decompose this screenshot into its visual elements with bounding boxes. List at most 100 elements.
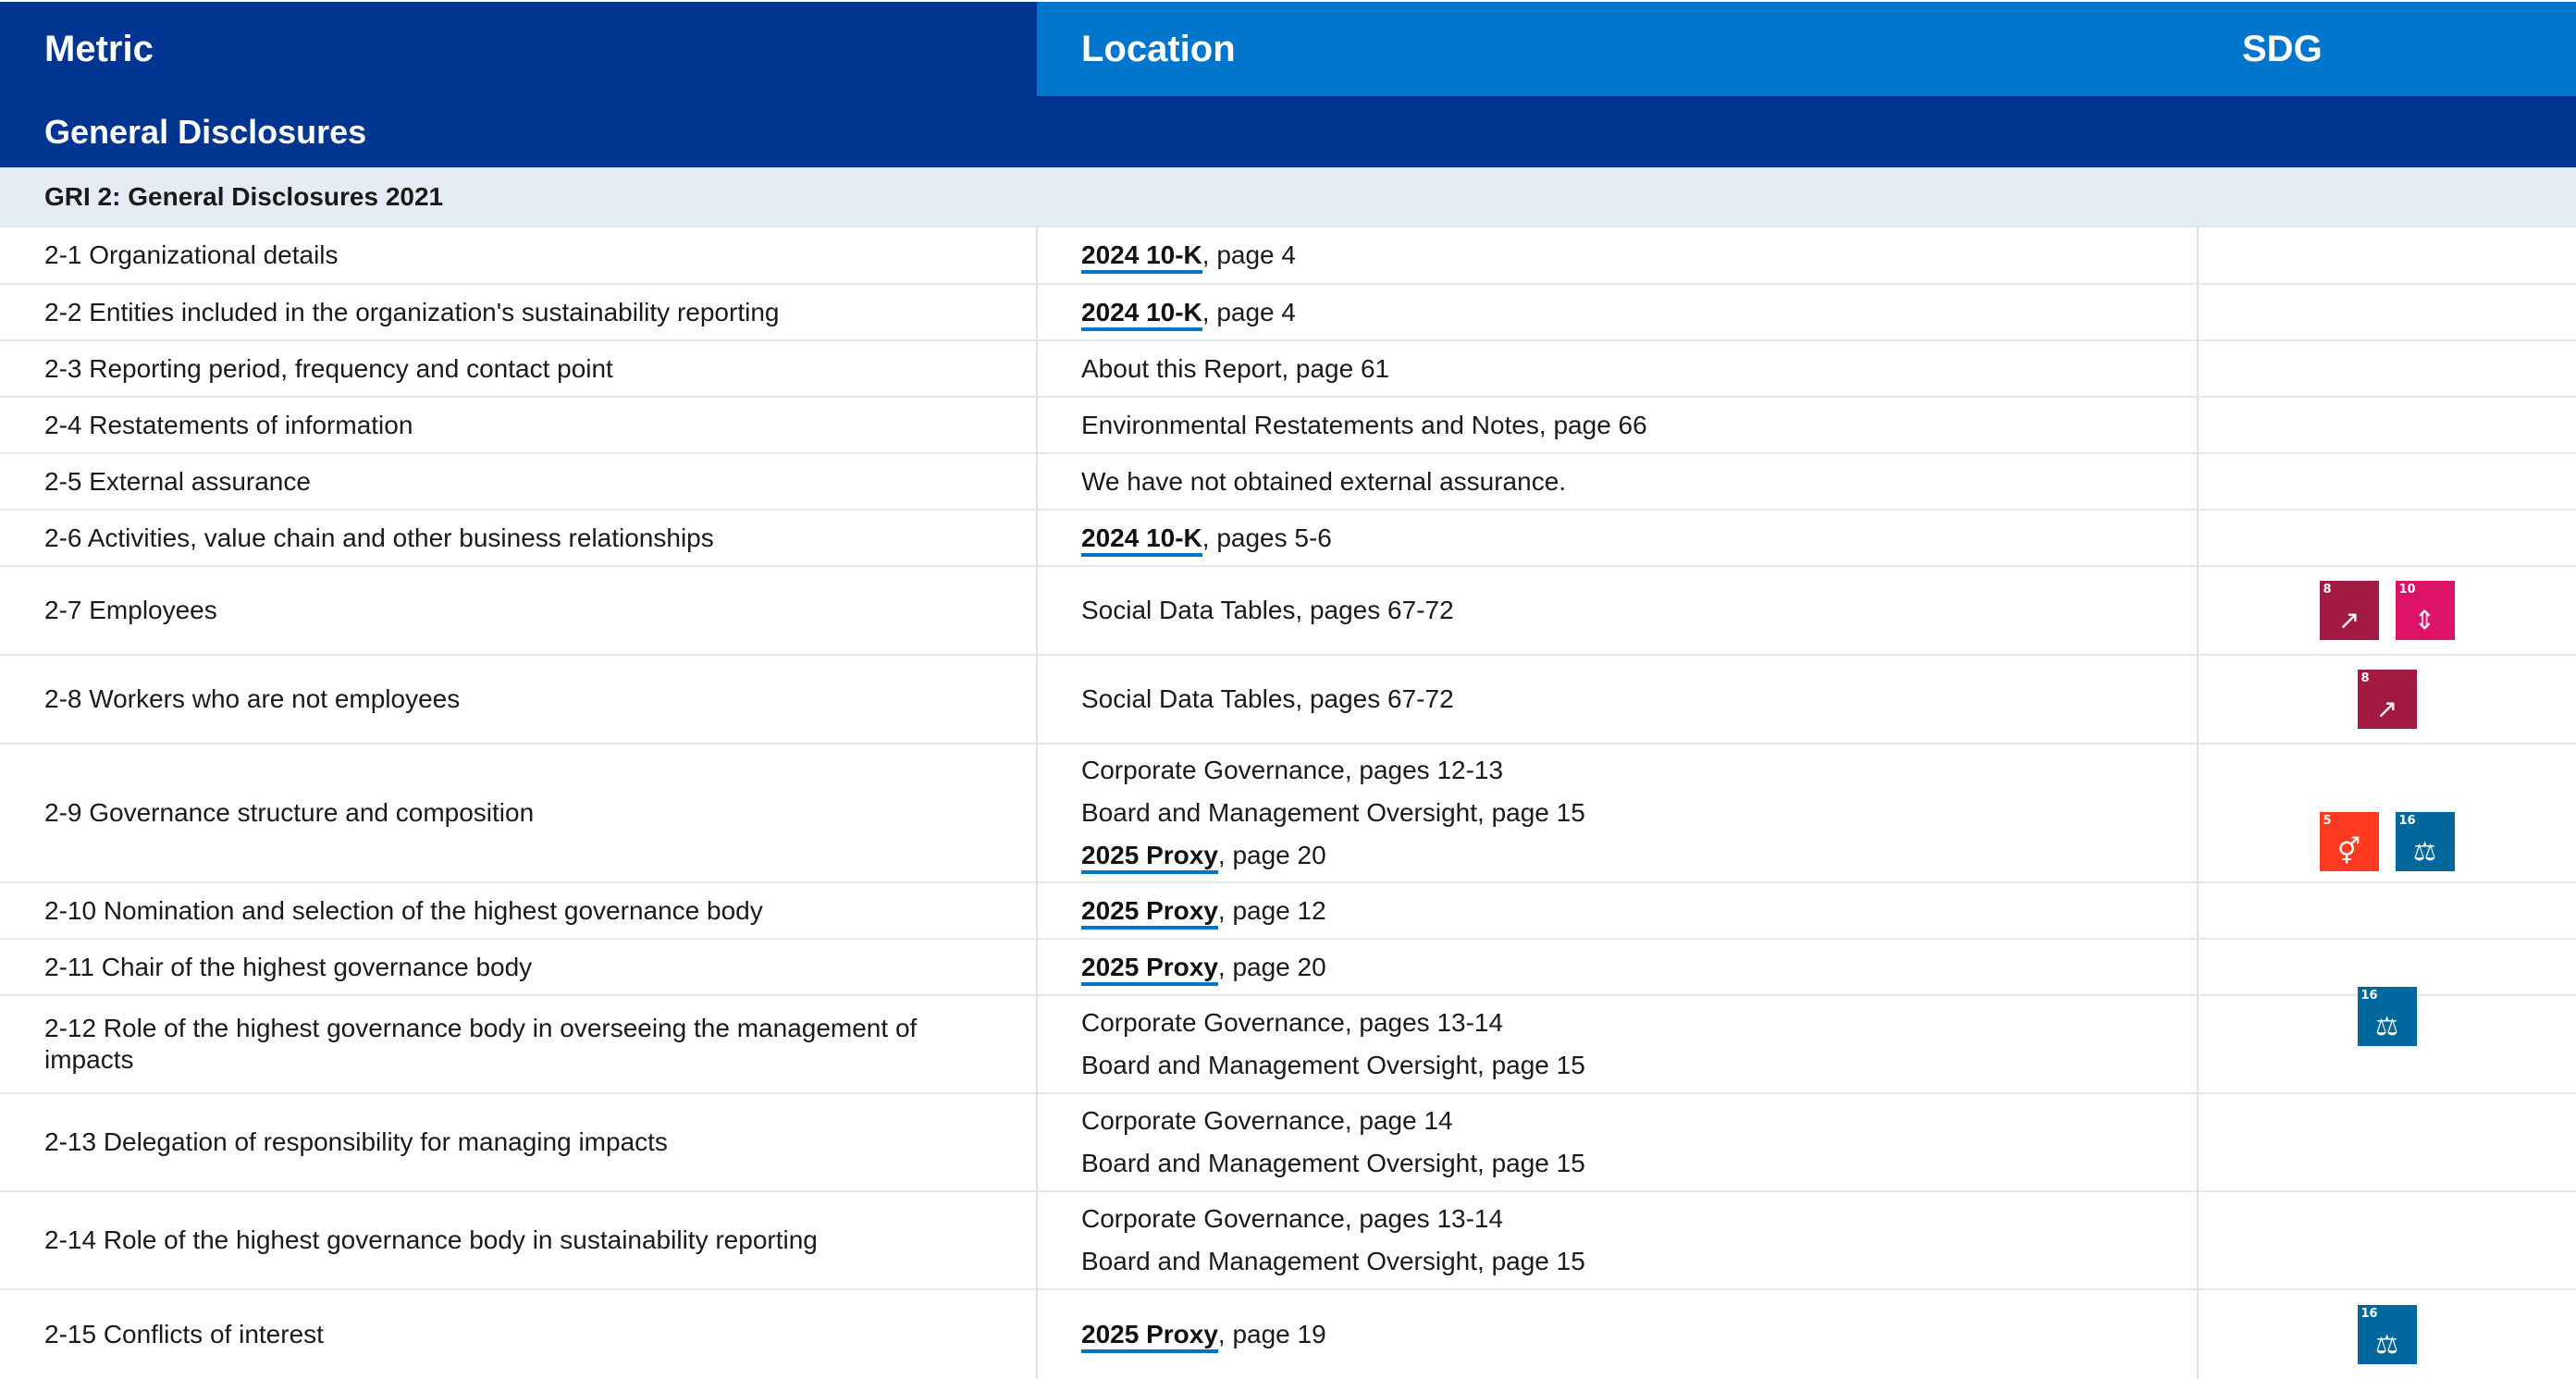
column-header-metric: Metric [0, 2, 1037, 96]
location-cell: 2025 Proxy, page 19 [1081, 1289, 2173, 1379]
sdg-goal-5-gender-equality-icon: 5 ⚥ [2319, 811, 2379, 871]
peace-justice-strong-institutions-icon: ⚖ [2374, 1328, 2399, 1360]
metric-cell: 2-6 Activities, value chain and other bu… [44, 523, 714, 552]
metric-cell: 2-2 Entities included in the organizatio… [44, 297, 780, 326]
location-cell: Social Data Tables, pages 67-72 [1081, 566, 2173, 655]
location-text: , page 20 [1217, 841, 1326, 869]
location-line: Board and Management Oversight, page 15 [1081, 1142, 2173, 1185]
location-line: 2025 Proxy, page 20 [1081, 834, 2173, 877]
subsection-title: GRI 2: General Disclosures 2021 [0, 167, 2576, 227]
metric-cell: 2-14 Role of the highest governance body… [44, 1225, 818, 1254]
location-cell: 2025 Proxy, page 12 [1081, 882, 2173, 939]
report-link[interactable]: 2025 Proxy [1081, 841, 1218, 874]
metric-cell: 2-11 Chair of the highest governance bod… [44, 952, 533, 981]
report-link[interactable]: 2024 10-K [1081, 523, 1202, 557]
metric-cell: 2-9 Governance structure and composition [44, 798, 535, 827]
sdg-goal-number: 5 [2323, 813, 2332, 828]
location-text: We have not obtained external assurance. [1081, 466, 1567, 496]
report-link[interactable]: 2025 Proxy [1081, 1319, 1218, 1353]
sdg-icon-group: 5 ⚥ 16 ⚖ [2198, 744, 2576, 939]
location-cell: 2024 10-K, page 4 [1081, 227, 2173, 284]
sdg-goal-8-decent-work-economic-growth-icon: 8 ↗ [2357, 670, 2417, 729]
location-text: Corporate Governance, page 14 [1081, 1106, 1453, 1135]
sdg-goal-number: 10 [2398, 583, 2416, 597]
peace-justice-strong-institutions-icon: ⚖ [2374, 1010, 2399, 1041]
location-line: 2025 Proxy, page 12 [1081, 890, 2173, 932]
location-text: Environmental Restatements and Notes, pa… [1081, 410, 1647, 439]
location-line: Board and Management Oversight, page 15 [1081, 792, 2173, 834]
metric-cell: 2-7 Employees [44, 596, 217, 624]
location-text: , page 4 [1202, 240, 1296, 269]
sdg-goal-16-peace-justice-strong-institutions-icon: 16 ⚖ [2395, 811, 2455, 871]
column-divider [1036, 227, 1038, 1379]
location-text: Board and Management Oversight, page 15 [1081, 1051, 1585, 1079]
sdg-icon-group: 8 ↗ [2198, 655, 2576, 744]
section-title: General Disclosures [0, 96, 2576, 167]
location-line: We have not obtained external assurance. [1081, 461, 2173, 503]
location-text: Social Data Tables, pages 67-72 [1081, 596, 1454, 624]
gender-equality-icon: ⚥ [2336, 835, 2361, 867]
location-cell: Social Data Tables, pages 67-72 [1081, 655, 2173, 744]
metric-cell: 2-4 Restatements of information [44, 410, 413, 439]
metric-cell: 2-3 Reporting period, frequency and cont… [44, 353, 613, 383]
location-text: Corporate Governance, pages 12-13 [1081, 756, 1504, 784]
metric-cell: 2-13 Delegation of responsibility for ma… [44, 1127, 668, 1156]
location-line: Board and Management Oversight, page 15 [1081, 1044, 2173, 1087]
location-text: Board and Management Oversight, page 15 [1081, 798, 1585, 827]
column-header-sdg: SDG [2198, 2, 2576, 96]
location-line: Corporate Governance, page 14 [1081, 1100, 2173, 1142]
location-cell: Corporate Governance, page 14 Board and M… [1081, 1093, 2173, 1191]
sdg-goal-number: 16 [2360, 988, 2378, 1003]
metric-cell: 2-12 Role of the highest governance body… [44, 1014, 918, 1074]
location-text: Corporate Governance, pages 13-14 [1081, 1204, 1504, 1233]
sdg-goal-10-reduced-inequalities-icon: 10 ⇕ [2395, 581, 2455, 640]
location-cell: Corporate Governance, pages 12-13 Board a… [1081, 744, 2173, 882]
location-cell: About this Report, page 61 [1081, 340, 2173, 397]
location-text: Board and Management Oversight, page 15 [1081, 1149, 1585, 1177]
decent-work-economic-growth-icon: ↗ [2337, 605, 2360, 635]
column-header-location: Location [1037, 2, 2198, 96]
location-text: , page 19 [1217, 1319, 1326, 1348]
location-cell: We have not obtained external assurance. [1081, 453, 2173, 510]
sdg-goal-number: 8 [2323, 583, 2332, 597]
location-line: Social Data Tables, pages 67-72 [1081, 589, 2173, 632]
location-line: 2025 Proxy, page 20 [1081, 946, 2173, 989]
location-line: 2024 10-K, page 4 [1081, 234, 2173, 277]
location-line: Board and Management Oversight, page 15 [1081, 1240, 2173, 1283]
sdg-goal-number: 8 [2360, 671, 2370, 685]
location-text: Corporate Governance, pages 13-14 [1081, 1008, 1504, 1037]
location-line: 2024 10-K, page 4 [1081, 291, 2173, 334]
location-line: Environmental Restatements and Notes, pa… [1081, 404, 2173, 447]
report-link[interactable]: 2024 10-K [1081, 297, 1202, 331]
metric-cell: 2-1 Organizational details [44, 240, 339, 269]
sdg-goal-8-decent-work-economic-growth-icon: 8 ↗ [2319, 581, 2379, 640]
location-line: Corporate Governance, pages 13-14 [1081, 1198, 2173, 1240]
location-cell: 2025 Proxy, page 20 [1081, 939, 2173, 995]
location-text: , page 20 [1217, 952, 1326, 981]
report-link[interactable]: 2025 Proxy [1081, 952, 1218, 986]
report-link[interactable]: 2025 Proxy [1081, 895, 1218, 930]
location-cell: 2024 10-K, pages 5-6 [1081, 510, 2173, 566]
sdg-goal-16-peace-justice-strong-institutions-icon: 16 ⚖ [2357, 1304, 2417, 1364]
decent-work-economic-growth-icon: ↗ [2375, 694, 2398, 724]
location-cell: Corporate Governance, pages 13-14 Board a… [1081, 995, 2173, 1093]
location-cell: Corporate Governance, pages 13-14 Board a… [1081, 1191, 2173, 1289]
location-text: , page 4 [1202, 297, 1296, 326]
sdg-icon-group: 16 ⚖ [2198, 939, 2576, 1093]
sdg-goal-16-peace-justice-strong-institutions-icon: 16 ⚖ [2357, 986, 2417, 1046]
sdg-goal-number: 16 [2360, 1306, 2378, 1321]
metric-cell: 2-5 External assurance [44, 466, 311, 496]
sdg-icon-group: 16 ⚖ [2198, 1289, 2576, 1379]
report-link[interactable]: 2024 10-K [1081, 240, 1202, 274]
sdg-icon-group: 8 ↗ 10 ⇕ [2198, 566, 2576, 655]
sdg-goal-number: 16 [2398, 813, 2416, 828]
location-line: Corporate Governance, pages 12-13 [1081, 749, 2173, 792]
location-line: Corporate Governance, pages 13-14 [1081, 1002, 2173, 1044]
location-line: 2025 Proxy, page 19 [1081, 1313, 2173, 1356]
location-line: 2024 10-K, pages 5-6 [1081, 517, 2173, 560]
gri-index-table: Metric Location SDG General Disclosures … [0, 0, 2576, 1379]
location-text: , pages 5-6 [1202, 523, 1332, 552]
peace-justice-strong-institutions-icon: ⚖ [2412, 835, 2437, 867]
reduced-inequalities-icon: ⇕ [2413, 605, 2436, 635]
metric-cell: 2-8 Workers who are not employees [44, 684, 461, 713]
